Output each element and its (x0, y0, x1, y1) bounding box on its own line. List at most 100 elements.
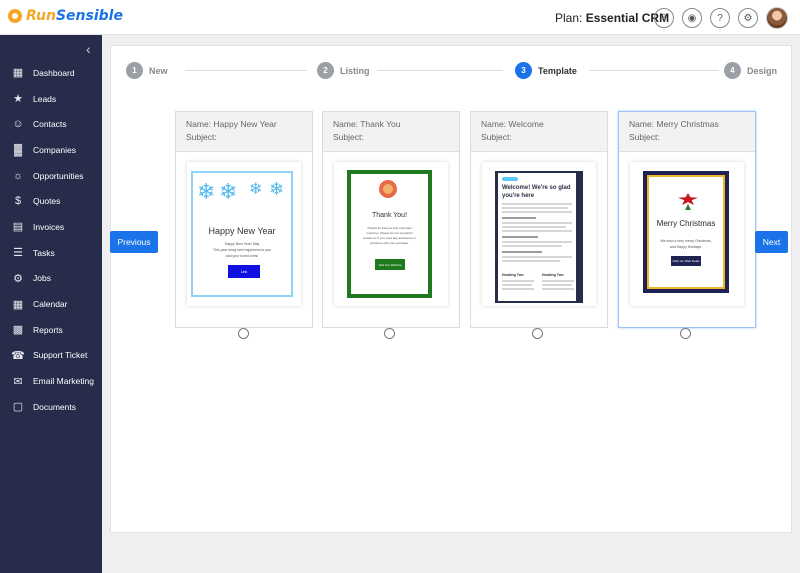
preview-logo (502, 177, 518, 181)
step-label: Template (538, 65, 577, 76)
preview-title: Thank You! (371, 212, 408, 219)
preview-text-line (502, 226, 566, 228)
preview-text-line (502, 284, 532, 286)
notification-icon[interactable]: ◉ (682, 8, 702, 28)
stepper-connector (377, 70, 503, 71)
leads-icon: ★ (13, 93, 23, 106)
template-name: Name: Happy New Year (186, 119, 277, 129)
template-card-header: Name: Welcome Subject: (471, 112, 607, 152)
help-rocket-icon[interactable]: ⇧ (654, 8, 674, 28)
template-name: Name: Thank You (333, 119, 401, 129)
preview-body-line: problems with your purchase. (369, 241, 410, 245)
template-radio-happy-new-year[interactable] (238, 328, 249, 339)
avatar[interactable] (766, 7, 788, 29)
template-card-header: Name: Happy New Year Subject: (176, 112, 312, 152)
step-listing[interactable]: 2 Listing (317, 62, 370, 79)
collapse-sidebar-icon[interactable]: ‹ (86, 41, 91, 57)
sidebar-item-label: Quotes (33, 196, 61, 207)
preview-text-line (542, 288, 574, 290)
preview-button: Click our Web Deals (671, 256, 701, 266)
preview-text-line (502, 260, 560, 262)
template-name: Name: Merry Christmas (629, 119, 719, 129)
sidebar-item-label: Companies (33, 144, 76, 155)
sidebar-item-contacts[interactable]: ☺ Contacts (0, 111, 102, 137)
template-radio-welcome[interactable] (532, 328, 543, 339)
step-label: Listing (340, 65, 370, 76)
preview-text-line (502, 211, 572, 213)
template-name: Name: Welcome (481, 119, 544, 129)
step-design[interactable]: 4 Design (724, 62, 777, 79)
step-number: 3 (515, 62, 532, 79)
sidebar-item-label: Tasks (33, 247, 55, 258)
step-number: 4 (724, 62, 741, 79)
template-radio-thank-you[interactable] (384, 328, 395, 339)
dashboard-icon: ▦ (12, 67, 24, 80)
template-radio-merry-christmas[interactable] (680, 328, 691, 339)
template-subject: Subject: (186, 131, 217, 142)
snowflake-icon: ❄ (219, 179, 238, 204)
email-icon: ✉ (13, 375, 23, 388)
sidebar-item-email-marketing[interactable]: ✉ Email Marketing (0, 368, 102, 394)
sidebar-item-label: Calendar (33, 299, 68, 310)
logo[interactable]: RunSensible (8, 8, 123, 24)
preview-body-line: Happy New Year! May (224, 242, 260, 246)
template-thumbnail[interactable]: Welcome! We're so glad you're here Headi… (482, 162, 596, 306)
previous-button[interactable]: Previous (110, 231, 158, 253)
preview-button: Link (228, 265, 260, 278)
support-icon: ☎ (11, 349, 25, 362)
settings-icon[interactable]: ⚙ (738, 8, 758, 28)
logo-text: RunSensible (26, 8, 123, 24)
sidebar-item-opportunities[interactable]: ☼ Opportunities (0, 163, 102, 189)
template-card-happy-new-year[interactable]: Name: Happy New Year Subject: ❄ ❄ ❄ ❄ Ha… (175, 111, 313, 328)
sidebar-item-dashboard[interactable]: ▦ Dashboard (0, 60, 102, 86)
sidebar-item-label: Email Marketing (33, 376, 94, 387)
snowflake-icon: ❄ (197, 179, 216, 204)
template-card-thank-you[interactable]: Name: Thank You Subject: Thank You! Than… (322, 111, 460, 328)
sidebar-item-reports[interactable]: ▩ Reports (0, 317, 102, 343)
companies-icon: ▓ (13, 143, 23, 156)
christmas-preview-body: Merry Christmas We wish a very merry Chr… (647, 175, 725, 289)
template-card-merry-christmas[interactable]: Name: Merry Christmas Subject: Merry Chr… (618, 111, 756, 328)
template-thumbnail[interactable]: Thank You! Thanks for being a truly impo… (334, 162, 448, 306)
step-new[interactable]: 1 New (126, 62, 168, 79)
preview-text-line (542, 284, 572, 286)
step-template[interactable]: 3 Template (515, 62, 577, 79)
template-thumbnail[interactable]: Merry Christmas We wish a very merry Chr… (630, 162, 744, 306)
preview-button: Visit Our Website (375, 259, 405, 270)
sidebar-nav: ▦ Dashboard ★ Leads ☺ Contacts ▓ Companies ☼… (0, 60, 102, 420)
sidebar-item-invoices[interactable]: ▤ Invoices (0, 214, 102, 240)
preview-body-line: customer. Please let our wonderful (366, 231, 413, 235)
sidebar-item-quotes[interactable]: $ Quotes (0, 188, 102, 214)
sidebar-item-leads[interactable]: ★ Leads (0, 86, 102, 112)
opportunities-icon: ☼ (12, 169, 24, 182)
jobs-icon: ⚙ (13, 272, 23, 285)
sidebar-item-label: Leads (33, 93, 57, 104)
template-card-welcome[interactable]: Name: Welcome Subject: Welcome! We're so… (470, 111, 608, 328)
preview-title: Merry Christmas (656, 219, 716, 228)
sidebar-item-label: Opportunities (33, 170, 84, 181)
sidebar: ‹ ▦ Dashboard ★ Leads ☺ Contacts ▓ Companies… (0, 35, 102, 573)
sidebar-item-documents[interactable]: ▢ Documents (0, 394, 102, 420)
sidebar-item-companies[interactable]: ▓ Companies (0, 137, 102, 163)
question-icon[interactable]: ? (710, 8, 730, 28)
gift-icon (379, 180, 397, 198)
template-thumbnail[interactable]: ❄ ❄ ❄ ❄ Happy New Year Happy New Year! M… (187, 162, 301, 306)
snowflake-icon: ❄ (269, 179, 285, 199)
sidebar-item-label: Support Ticket (33, 350, 88, 361)
sidebar-item-label: Jobs (33, 273, 51, 284)
step-label: Design (747, 65, 778, 76)
step-label: New (149, 65, 168, 76)
sidebar-item-calendar[interactable]: ▦ Calendar (0, 291, 102, 317)
sidebar-item-support-ticket[interactable]: ☎ Support Ticket (0, 343, 102, 369)
tasks-icon: ☰ (13, 247, 23, 260)
preview-text-line (502, 217, 536, 219)
preview-text-line (502, 288, 534, 290)
next-button[interactable]: Next (755, 231, 788, 253)
preview-heading: Welcome! We're so glad you're here (502, 185, 571, 199)
preview-title: Happy New Year (208, 226, 276, 236)
reports-icon: ▩ (12, 324, 24, 337)
sidebar-item-jobs[interactable]: ⚙ Jobs (0, 266, 102, 292)
top-bar: RunSensible Plan: Essential CRM ⇧ ◉ ? ⚙ (0, 0, 800, 35)
preview-body-line: This year bring new happiness to you (213, 248, 271, 252)
sidebar-item-tasks[interactable]: ☰ Tasks (0, 240, 102, 266)
